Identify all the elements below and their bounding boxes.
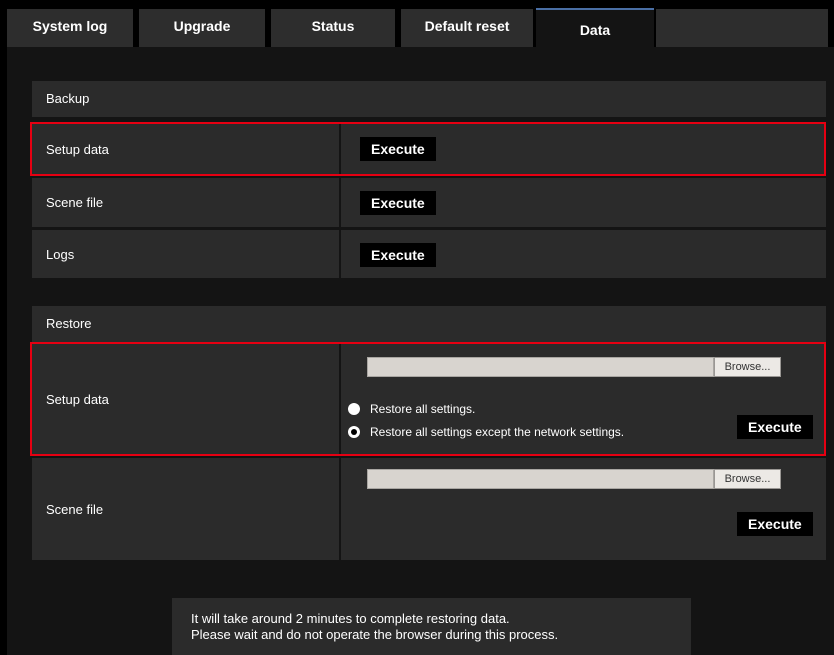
restore-setup-data-file-field[interactable] — [367, 357, 714, 377]
backup-scene-file-label: Scene file — [32, 178, 339, 227]
tab-data[interactable]: Data — [536, 8, 654, 48]
backup-scene-file-value: Execute — [341, 178, 826, 227]
backup-logs-label-text: Logs — [46, 246, 75, 262]
restore-setup-data-label: Setup data — [32, 344, 339, 454]
backup-setup-data-value: Execute — [341, 124, 826, 174]
restore-scene-file-label: Scene file — [32, 458, 339, 560]
restore-scene-file-execute-button[interactable]: Execute — [737, 512, 813, 536]
backup-logs-value: Execute — [341, 230, 826, 278]
tab-upgrade[interactable]: Upgrade — [139, 9, 265, 47]
restore-all-radio-option[interactable]: Restore all settings. — [348, 402, 475, 416]
backup-logs-execute-button[interactable]: Execute — [360, 243, 436, 267]
tab-status[interactable]: Status — [271, 9, 395, 47]
restore-all-radio-label: Restore all settings. — [370, 402, 476, 416]
restore-notice-line-1: It will take around 2 minutes to complet… — [191, 611, 510, 626]
restore-scene-file-value: Browse... Execute — [341, 458, 826, 560]
backup-scene-file-label-text: Scene file — [46, 195, 104, 210]
restore-setup-data-value: Browse... Restore all settings. Restore … — [341, 344, 826, 454]
backup-setup-data-execute-button[interactable]: Execute — [360, 137, 436, 161]
backup-logs-label: Logs — [32, 230, 339, 278]
restore-notice-line-2: Please wait and do not operate the brows… — [191, 627, 559, 642]
restore-scene-file-file-field[interactable] — [367, 469, 714, 489]
restore-setup-data-execute-button[interactable]: Execute — [737, 415, 813, 439]
restore-except-network-radio-label: Restore all settings except the network … — [370, 425, 625, 439]
restore-scene-file-label-text: Scene file — [46, 501, 104, 517]
backup-scene-file-execute-button[interactable]: Execute — [360, 191, 436, 215]
backup-setup-data-label-text: Setup data — [46, 141, 109, 157]
radio-unchecked-icon[interactable] — [348, 403, 360, 415]
backup-setup-data-label: Setup data — [32, 124, 339, 174]
restore-setup-data-label-text: Setup data — [46, 391, 109, 407]
tab-system-log[interactable]: System log — [7, 9, 133, 47]
restore-section-title: Restore — [32, 306, 826, 342]
restore-scene-file-browse-button[interactable]: Browse... — [714, 469, 781, 489]
backup-section-title: Backup — [32, 81, 826, 117]
radio-checked-icon[interactable] — [348, 426, 360, 438]
tab-bar-filler — [656, 9, 828, 47]
restore-setup-data-browse-button[interactable]: Browse... — [714, 357, 781, 377]
tab-bar: System log Upgrade Status Default reset … — [0, 0, 834, 48]
restore-notice: It will take around 2 minutes to complet… — [172, 598, 691, 655]
tab-default-reset[interactable]: Default reset — [401, 9, 533, 47]
restore-except-network-radio-option[interactable]: Restore all settings except the network … — [348, 425, 624, 439]
